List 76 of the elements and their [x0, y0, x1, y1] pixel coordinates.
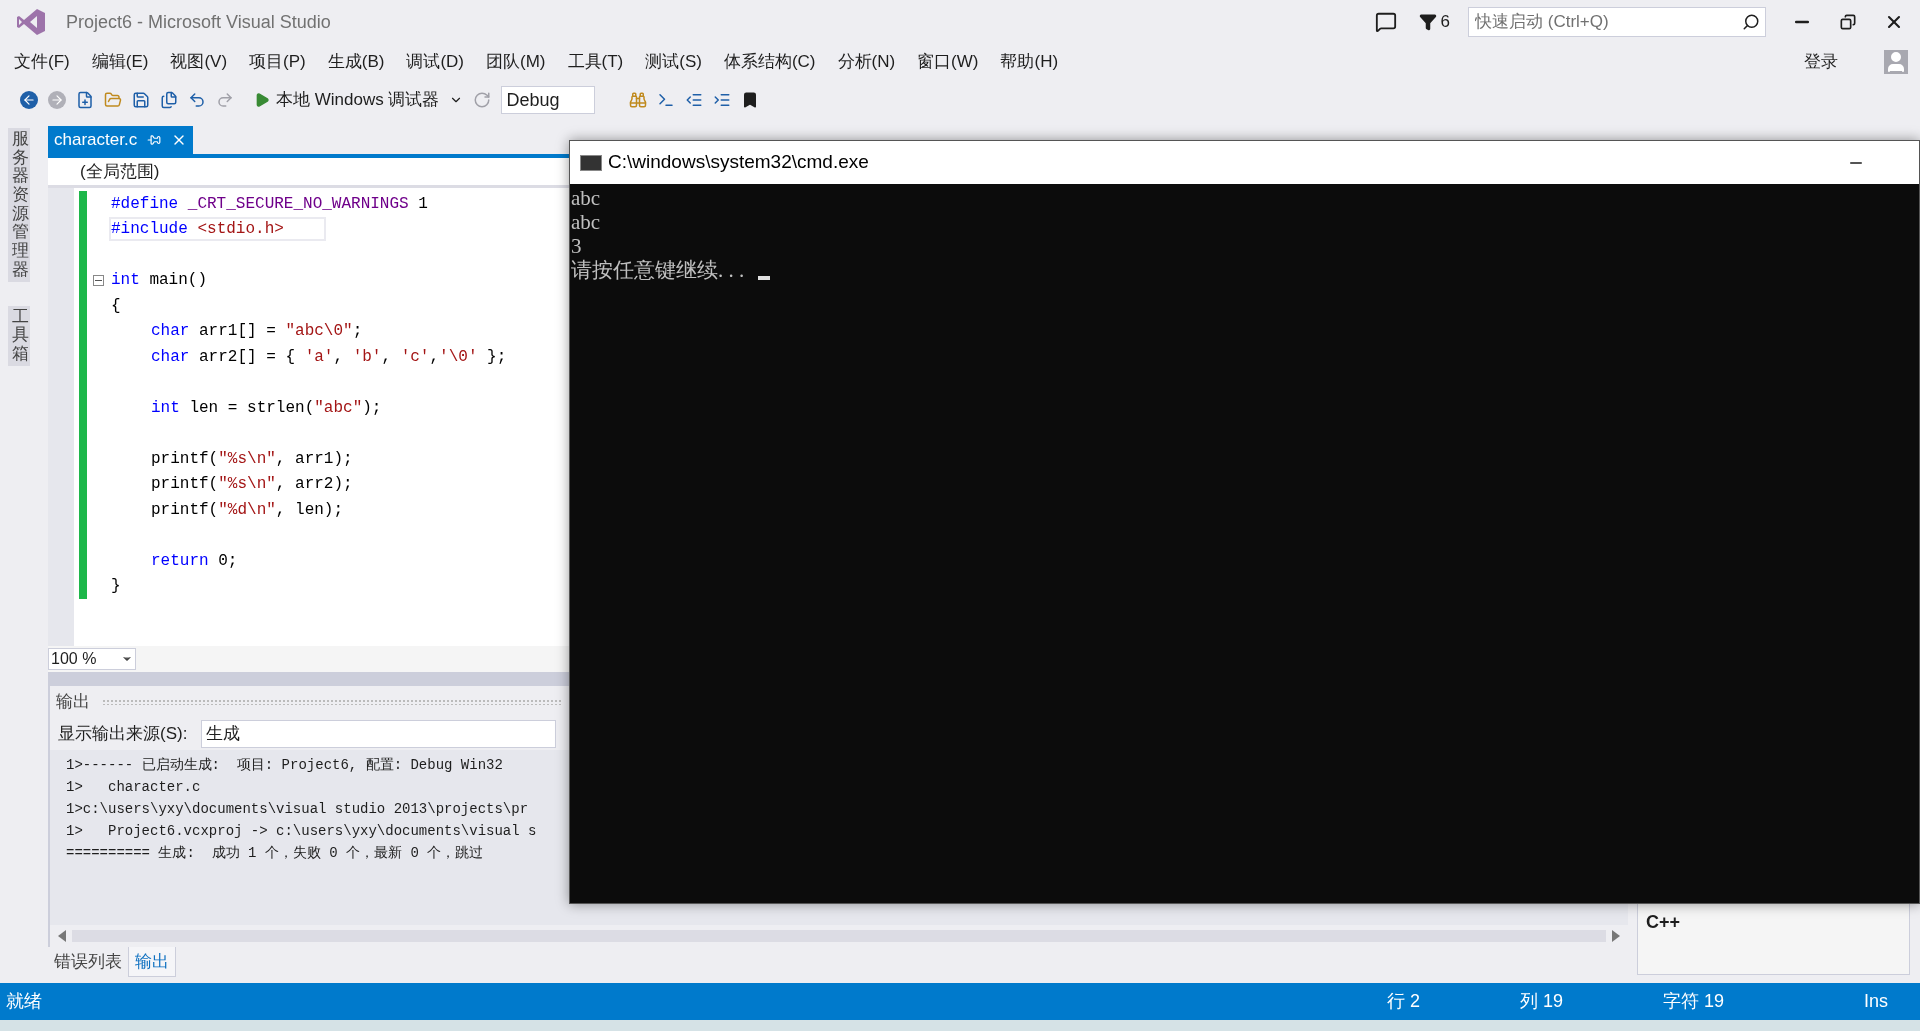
terminal-icon[interactable]	[657, 91, 676, 109]
code-line: printf("%s\n", arr2);	[150, 474, 354, 496]
source-dropdown[interactable]: 生成	[201, 720, 557, 748]
code-line: #define _CRT_SECURE_NO_WARNINGS 1	[110, 193, 429, 215]
menu-item[interactable]: 工具(T)	[567, 49, 624, 75]
restore-icon[interactable]	[1840, 14, 1856, 30]
zoom-dropdown[interactable]: 100 %	[48, 648, 136, 670]
save-all-icon[interactable]	[160, 91, 178, 109]
back-icon[interactable]	[20, 91, 38, 109]
panel-title: 输出	[56, 691, 90, 714]
save-icon[interactable]	[132, 91, 150, 109]
drag-grip[interactable]	[102, 699, 562, 705]
logo-icon	[16, 8, 46, 36]
insert-mode: Ins	[1864, 990, 1888, 1013]
folder-icon[interactable]	[104, 91, 122, 109]
code-line: }	[110, 576, 122, 598]
collapse-icon[interactable]	[92, 274, 104, 286]
code-line: printf("%s\n", arr1);	[150, 448, 354, 470]
outdent-icon[interactable]	[685, 91, 704, 109]
find-icon[interactable]	[629, 91, 648, 109]
column-number: 列 19	[1519, 990, 1563, 1013]
window-title: Project6 - Microsoft Visual Studio	[66, 10, 331, 34]
output-line: 1>------ 已启动生成: 项目: Project6, 配置: Debug Win32	[66, 756, 503, 775]
menu-item[interactable]: 测试(S)	[645, 49, 702, 75]
start-debugging-button[interactable]: 本地 Windows 调试器	[254, 87, 440, 113]
text-cursor	[758, 276, 771, 280]
menu-item[interactable]: 生成(B)	[327, 49, 385, 75]
sign-in-link[interactable]: 登录	[1804, 49, 1838, 75]
console-line: 请按任意键继续. . .	[571, 258, 745, 282]
filter-icon[interactable]	[1418, 13, 1437, 31]
source-label: 显示输出来源(S):	[58, 723, 188, 746]
console-icon	[580, 154, 602, 171]
code-line: int main()	[110, 270, 209, 292]
panel-tab[interactable]: 输出	[128, 947, 176, 977]
configuration-dropdown[interactable]: Debug	[501, 86, 596, 114]
search-icon[interactable]	[1742, 13, 1760, 31]
feedback-icon[interactable]	[1374, 11, 1397, 33]
menu-item[interactable]: 团队(M)	[486, 49, 546, 75]
code-line: int len = strlen("abc");	[150, 397, 383, 419]
play-icon[interactable]	[254, 92, 270, 108]
code-line: char arr1[] = "abc\0";	[150, 321, 364, 343]
output-line: 1>c:\users\yxy\documents\visual studio 2013\projects\pr	[66, 800, 529, 819]
output-line: 1> character.c	[66, 778, 201, 797]
side-tab[interactable]: 服务器资源管理器	[8, 128, 30, 282]
code-line: char arr2[] = { 'a', 'b', 'c','\0' };	[150, 346, 508, 368]
menu-item[interactable]: 项目(P)	[249, 49, 306, 75]
console-line: abc	[571, 210, 601, 234]
menu-item[interactable]: 体系结构(C)	[723, 49, 816, 75]
new-file-icon[interactable]	[76, 91, 94, 109]
menu-item[interactable]: 文件(F)	[14, 49, 70, 75]
language-label: C++	[1646, 911, 1682, 934]
character-number: 字符 19	[1662, 990, 1724, 1013]
undo-icon[interactable]	[188, 91, 206, 109]
console-title: C:\windows\system32\cmd.exe	[608, 150, 869, 175]
console-line: abc	[571, 186, 601, 210]
menu-item[interactable]: 窗口(W)	[917, 49, 979, 75]
code-line: printf("%d\n", len);	[150, 499, 345, 521]
file-tab[interactable]: character.c	[48, 126, 194, 154]
quick-launch-field[interactable]: 快速启动 (Ctrl+Q)	[1468, 7, 1766, 37]
side-tab[interactable]: 工具箱	[8, 305, 30, 366]
output-line: ========== 生成: 成功 1 个，失败 0 个，最新 0 个，跳过	[66, 844, 484, 863]
menu-item[interactable]: 视图(V)	[170, 49, 228, 75]
menu-item[interactable]: 调试(D)	[406, 49, 464, 75]
pin-icon[interactable]	[147, 133, 162, 147]
notification-count: 6	[1440, 11, 1450, 34]
code-line: {	[110, 295, 122, 317]
menu-item[interactable]: 分析(N)	[837, 49, 896, 75]
indent-icon[interactable]	[713, 91, 732, 109]
output-line: 1> Project6.vcxproj -> c:\users\yxy\documents\visual s	[66, 822, 537, 841]
console-line: 3	[571, 234, 582, 258]
status-text: 就绪	[6, 990, 42, 1013]
menu-item[interactable]: 编辑(E)	[91, 49, 149, 75]
panel-tab[interactable]: 错误列表	[48, 947, 128, 977]
menu-item[interactable]: 帮助(H)	[1000, 49, 1059, 75]
line-number: 行 2	[1386, 990, 1420, 1013]
code-line: return 0;	[150, 550, 239, 572]
